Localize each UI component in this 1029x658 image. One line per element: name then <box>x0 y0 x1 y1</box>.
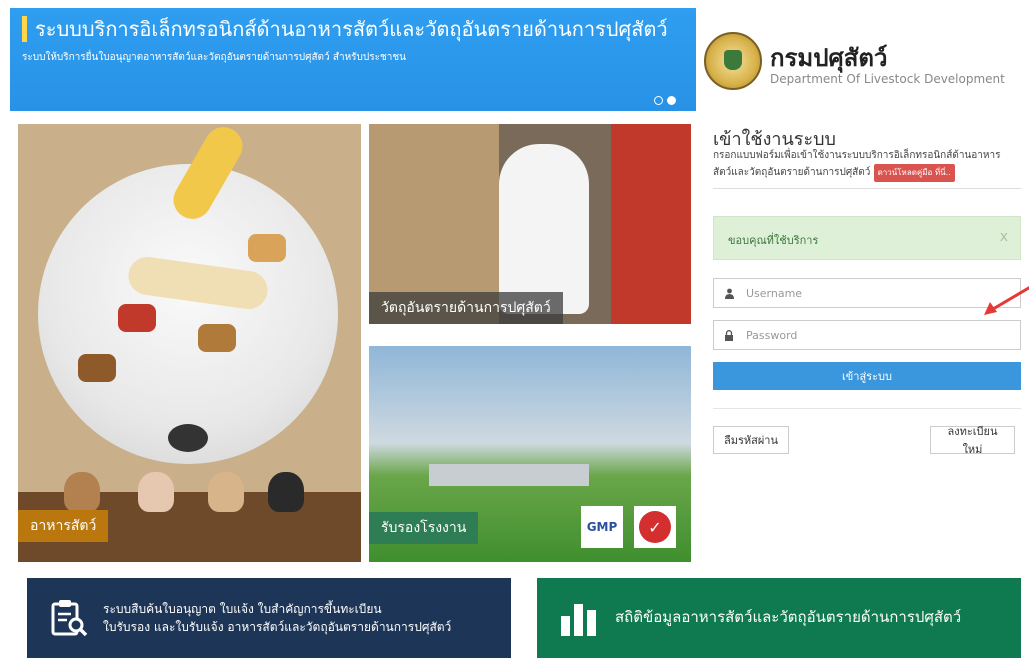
carousel-dot-2[interactable] <box>667 96 676 105</box>
header-banner: ระบบบริการอิเล็กทรอนิกส์ด้านอาหารสัตว์แล… <box>10 8 696 111</box>
user-icon <box>714 279 744 307</box>
paw-print-icon <box>168 424 208 452</box>
tile-hazardous-label: วัตถุอันตรายด้านการปศุสัตว์ <box>369 292 563 324</box>
banner-title: ระบบบริการอิเล็กทรอนิกส์ด้านอาหารสัตว์แล… <box>22 16 668 42</box>
divider <box>713 188 1021 189</box>
download-manual-link[interactable]: ดาวน์โหลดคู่มือ ที่นี่.. <box>873 164 955 182</box>
close-icon[interactable]: x <box>1000 229 1008 245</box>
annotation-arrow-icon <box>984 286 1029 315</box>
haccp-check-icon: ✓ <box>639 511 671 543</box>
register-button[interactable]: ลงทะเบียนใหม่ <box>930 426 1015 456</box>
kibble-image <box>78 354 116 382</box>
carousel-dots <box>654 96 676 105</box>
login-button[interactable]: เข้าสู่ระบบ <box>713 362 1021 390</box>
login-description-text: กรอกแบบฟอร์มเพื่อเข้าใช้งานระบบบริการอิเ… <box>713 150 1001 178</box>
license-search-banner[interactable]: ระบบสืบค้นใบอนุญาต ใบแจ้ง ใบสำคัญการขึ้น… <box>27 578 511 658</box>
username-input[interactable] <box>746 279 1016 307</box>
license-search-text: ระบบสืบค้นใบอนุญาต ใบแจ้ง ใบสำคัญการขึ้น… <box>103 600 451 636</box>
tile-animal-feed-label: อาหารสัตว์ <box>18 510 109 542</box>
worker-protective-suit-image <box>499 144 589 314</box>
kibble-image <box>248 234 286 262</box>
banner-subtitle: ระบบให้บริการยื่นใบอนุญาตอาหารสัตว์และวั… <box>22 52 406 63</box>
username-field <box>713 278 1021 308</box>
kibble-image <box>198 324 236 352</box>
divider <box>713 408 1021 409</box>
page: ระบบบริการอิเล็กทรอนิกส์ด้านอาหารสัตว์แล… <box>0 0 1029 658</box>
gmp-logo: GMP <box>581 506 623 548</box>
dog-image <box>138 472 174 512</box>
tile-animal-feed[interactable]: อาหารสัตว์ <box>18 124 361 562</box>
password-field <box>713 320 1021 350</box>
password-input[interactable] <box>746 321 1016 349</box>
license-search-line-2: ใบรับรอง และใบรับแจ้ง อาหารสัตว์และวัตถุ… <box>103 620 452 634</box>
kibble-image <box>118 304 156 332</box>
org-name-en: Department Of Livestock Development <box>770 72 1005 86</box>
statistics-banner[interactable]: สถิติข้อมูลอาหารสัตว์และวัตถุอันตรายด้าน… <box>537 578 1021 658</box>
factory-building-image <box>429 464 589 486</box>
lock-icon <box>714 321 744 349</box>
org-logo-block: กรมปศุสัตว์ Department Of Livestock Deve… <box>700 8 1029 111</box>
bar-chart-icon <box>561 604 596 636</box>
dog-image <box>64 472 100 512</box>
clipboard-search-icon <box>51 600 88 637</box>
department-seal-icon <box>704 32 762 90</box>
dog-image <box>268 472 304 512</box>
forklift-image <box>611 124 691 324</box>
success-alert: ขอบคุณที่ใช้บริการ x <box>713 216 1021 260</box>
haccp-logo: ✓ <box>634 506 676 548</box>
alert-message: ขอบคุณที่ใช้บริการ <box>728 234 819 247</box>
tile-factory-label: รับรองโรงงาน <box>369 512 479 544</box>
login-description: กรอกแบบฟอร์มเพื่อเข้าใช้งานระบบบริการอิเ… <box>713 148 1013 182</box>
tile-hazardous-substances[interactable]: วัตถุอันตรายด้านการปศุสัตว์ <box>369 124 691 324</box>
dog-image <box>208 472 244 512</box>
tile-factory-certification[interactable]: GMP ✓ รับรองโรงงาน <box>369 346 691 562</box>
carousel-dot-1[interactable] <box>654 96 663 105</box>
license-search-line-1: ระบบสืบค้นใบอนุญาต ใบแจ้ง ใบสำคัญการขึ้น… <box>103 602 382 616</box>
forgot-password-button[interactable]: ลืมรหัสผ่าน <box>713 426 789 454</box>
statistics-text: สถิติข้อมูลอาหารสัตว์และวัตถุอันตรายด้าน… <box>615 608 962 626</box>
